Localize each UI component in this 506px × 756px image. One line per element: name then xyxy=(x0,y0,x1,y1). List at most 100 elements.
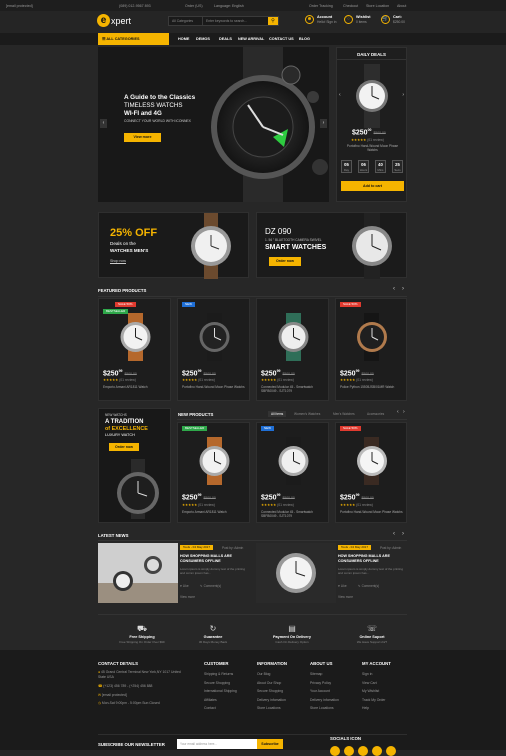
twitter-icon[interactable] xyxy=(344,746,354,756)
language-select[interactable]: Language: English xyxy=(214,4,244,8)
footer-link[interactable]: Help xyxy=(362,704,391,713)
daily-product-name[interactable]: Portofino Hand-Wound Moon Phase Watchs xyxy=(343,144,402,152)
daily-add-to-cart-button[interactable]: Add to cart xyxy=(341,181,404,191)
footer-link[interactable]: View Cart xyxy=(362,679,391,688)
news-likes[interactable]: ♥ Like xyxy=(180,584,189,588)
footer-link[interactable]: Secure Shopping xyxy=(204,679,237,688)
news-view-more[interactable]: View more xyxy=(338,595,353,599)
featured-product-1[interactable]: SALE 50% BESTSELLER $25099$500.00 ★★★★★ … xyxy=(98,298,171,401)
product-name[interactable]: Emporio Armani AR1811 Watch xyxy=(182,510,247,514)
logo[interactable]: e xpert xyxy=(97,14,131,27)
daily-product-image[interactable] xyxy=(352,64,392,128)
about-link[interactable]: About xyxy=(397,4,406,8)
product-name[interactable]: Portofino Hand-Wound Moon Phase Watchs xyxy=(182,385,247,389)
nav-demos[interactable]: DEMOS xyxy=(196,33,210,45)
nav-deals[interactable]: DEALS xyxy=(219,33,232,45)
promo-order-button[interactable]: Order now xyxy=(109,443,139,451)
footer-link[interactable]: Delivery infomation xyxy=(310,696,339,705)
pinterest-icon[interactable] xyxy=(372,746,382,756)
footer-link[interactable]: Track My Order xyxy=(362,696,391,705)
news-title[interactable]: HOW SHOPPING MALLS ARE CONSUMERS OFFLINE xyxy=(180,554,250,564)
footer-link[interactable]: Contact xyxy=(204,704,237,713)
footer-link[interactable]: Privacy Policy xyxy=(310,679,339,688)
news-likes[interactable]: ♥ Like xyxy=(338,584,347,588)
heart-icon: ♡ xyxy=(344,15,353,24)
new-next-arrow[interactable]: › xyxy=(403,409,405,415)
footer-link[interactable]: Our Blog xyxy=(257,670,287,679)
product-price: $250 xyxy=(261,494,277,502)
slider-prev-arrow[interactable]: ‹ xyxy=(100,119,107,128)
footer-link[interactable]: Shipping & Returns xyxy=(204,670,237,679)
banner-smart-watches[interactable]: DZ 090 1. 56 " BLUETOOTH CAMERA SWIVEL S… xyxy=(256,212,407,279)
tab-all-items[interactable]: All Items xyxy=(268,411,287,417)
facebook-icon[interactable] xyxy=(330,746,340,756)
product-name[interactable]: Emporio Armani AR1811 Watch xyxy=(103,385,168,389)
topbar-email[interactable]: [email protected] xyxy=(6,4,33,8)
product-name[interactable]: Police Python 15505JSB/01MR Watch xyxy=(340,385,405,389)
banner-deals[interactable]: 25% OFF Deals on the WATCHES MEN'S Shop … xyxy=(98,212,249,279)
featured-product-4[interactable]: SALE 50% $25099$500.00 ★★★★★ (01 review)… xyxy=(335,298,407,401)
footer-link[interactable]: Delivery infomation xyxy=(257,696,287,705)
product-name[interactable]: Portofino Hand-Wound Moon Phase Watchs xyxy=(340,510,405,514)
news-title[interactable]: HOW SHOPPING MALLS ARE CONSUMERS OFFLINE xyxy=(338,554,406,564)
newsletter-subscribe-button[interactable]: Subscribe xyxy=(257,739,283,749)
new-product-1[interactable]: BESTSELLER $25099$500.00 ★★★★★ (01 revie… xyxy=(177,422,250,523)
hero-slider[interactable]: A Guide to the Classics TIMELESS WATCHS … xyxy=(98,47,329,202)
footer-link[interactable]: Affiliates xyxy=(204,696,237,705)
featured-next-arrow[interactable]: › xyxy=(402,286,404,292)
nav-blog[interactable]: BLOG xyxy=(299,33,310,45)
instagram-icon[interactable] xyxy=(386,746,396,756)
promo-banner[interactable]: NEW WATCHS A TRADITION of EXCELLENCE LUX… xyxy=(98,408,171,523)
tab-accessories[interactable]: Accessories xyxy=(367,412,384,416)
footer-link[interactable]: International Shipping xyxy=(204,687,237,696)
news-next-arrow[interactable]: › xyxy=(402,531,404,537)
footer-link[interactable]: Store Locations xyxy=(310,704,339,713)
google-plus-icon[interactable] xyxy=(358,746,368,756)
news-prev-arrow[interactable]: ‹ xyxy=(393,531,395,537)
footer-link[interactable]: Sign in xyxy=(362,670,391,679)
account-link[interactable]: ☻ Account Hello! Sign in xyxy=(305,15,336,24)
search-input[interactable]: Enter keywords to search... xyxy=(203,19,268,23)
featured-prev-arrow[interactable]: ‹ xyxy=(393,286,395,292)
banner-shop-now-link[interactable]: Shop now xyxy=(110,259,126,263)
product-name[interactable]: Connected Modular 45 - Smartwatch SBFB00… xyxy=(261,385,326,393)
nav-home[interactable]: HOME xyxy=(178,33,189,45)
tab-mens-watches[interactable]: Men's Watches xyxy=(333,412,355,416)
footer: CONTACT DETAILS ● 45 Grand Central Termi… xyxy=(0,650,506,756)
new-product-2[interactable]: NEW $25099$500.00 ★★★★★ (01 review) Conn… xyxy=(256,422,329,523)
newsletter-email-input[interactable]: Your email address here... xyxy=(177,739,257,749)
checkout-link[interactable]: Checkout xyxy=(343,4,358,8)
daily-prev-arrow[interactable]: ‹ xyxy=(339,92,341,98)
featured-product-2[interactable]: NEW $25099$500.00 ★★★★★ (01 review) Port… xyxy=(177,298,250,401)
nav-contact[interactable]: CONTACT US xyxy=(269,33,294,45)
footer-link[interactable]: Store Locations xyxy=(257,704,287,713)
store-location-link[interactable]: Store Location xyxy=(366,4,389,8)
all-categories-button[interactable]: ☰ ALL CATEGORIES xyxy=(98,33,169,45)
nav-new-arrival[interactable]: NEW ARRIVAL xyxy=(238,33,264,45)
search-category-select[interactable]: All Categories xyxy=(169,17,203,25)
new-product-3[interactable]: SALE 50% $25099$500.00 ★★★★★ (01 review)… xyxy=(335,422,407,523)
news-comments[interactable]: ✎ Comment(s) xyxy=(200,584,221,588)
new-prev-arrow[interactable]: ‹ xyxy=(397,409,399,415)
daily-next-arrow[interactable]: › xyxy=(402,92,404,98)
footer-link[interactable]: Your Account xyxy=(310,687,339,696)
footer-link[interactable]: Sitemap xyxy=(310,670,339,679)
banner2-order-button[interactable]: Order now xyxy=(269,257,301,266)
slider-next-arrow[interactable]: › xyxy=(320,119,327,128)
footer-information-title: INFORMATION xyxy=(257,661,287,666)
search-button[interactable]: ⚲ xyxy=(268,17,278,25)
hero-view-more-button[interactable]: View more xyxy=(124,133,161,142)
tab-womens-watches[interactable]: Women's Watches xyxy=(294,412,320,416)
news-comments[interactable]: ✎ Comment(s) xyxy=(358,584,379,588)
product-name[interactable]: Connected Modular 45 - Smartwatch SBFB00… xyxy=(261,510,326,518)
contact-email[interactable]: ✉ [email protected] xyxy=(98,691,188,700)
footer-link[interactable]: Secure Shopping xyxy=(257,687,287,696)
featured-product-3[interactable]: $25099$500.00 ★★★★★ (01 review) Connecte… xyxy=(256,298,329,401)
cart-link[interactable]: 🛒 Cart: $250.00 xyxy=(381,15,405,24)
footer-link[interactable]: About Our Shop xyxy=(257,679,287,688)
footer-link[interactable]: My Wishlist xyxy=(362,687,391,696)
wishlist-link[interactable]: ♡ Wishlist 0 items xyxy=(344,15,371,24)
currency-select[interactable]: Order (US) xyxy=(185,4,203,8)
order-tracking-link[interactable]: Order Tracking xyxy=(309,4,333,8)
news-view-more[interactable]: View more xyxy=(180,595,195,599)
